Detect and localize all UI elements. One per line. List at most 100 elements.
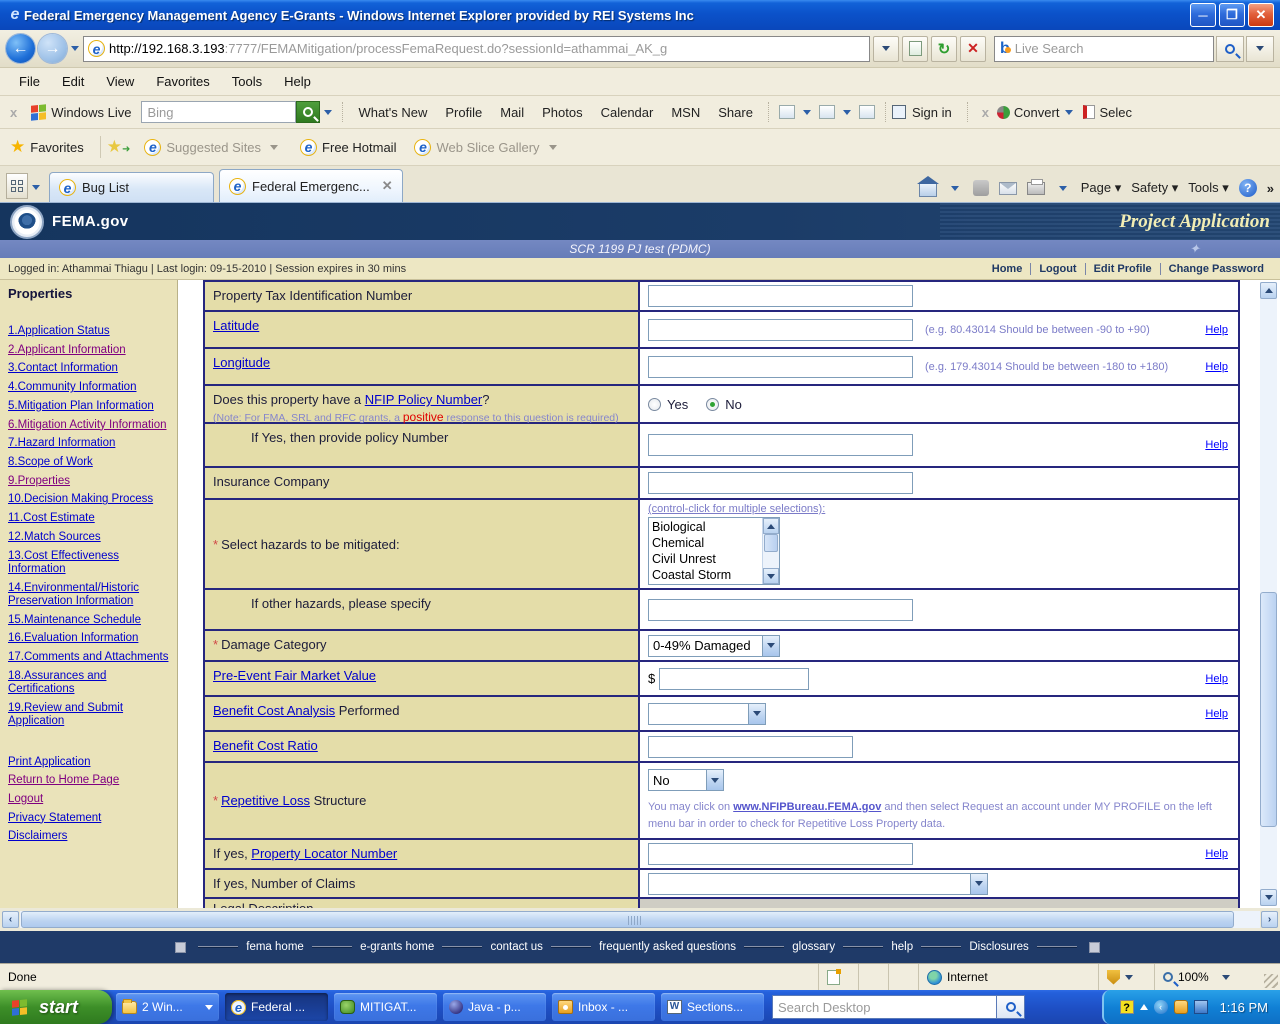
menu-view[interactable]: View bbox=[95, 71, 145, 92]
benefit-cost-analysis-link[interactable]: Benefit Cost Analysis bbox=[213, 703, 335, 718]
convert-dropdown-icon[interactable] bbox=[1065, 110, 1073, 115]
claims-select[interactable] bbox=[648, 873, 988, 895]
addon-close-icon[interactable]: x bbox=[982, 105, 989, 120]
sidebar-item-12-match-sources[interactable]: 12.Match Sources bbox=[8, 531, 169, 544]
nfip-no-radio[interactable] bbox=[706, 398, 719, 411]
horizontal-scroll-thumb[interactable] bbox=[21, 911, 1234, 928]
menu-file[interactable]: File bbox=[8, 71, 51, 92]
live-menu-share[interactable]: Share bbox=[709, 105, 762, 120]
resize-grip[interactable] bbox=[1264, 974, 1278, 988]
live-search-input[interactable]: b Live Search bbox=[994, 36, 1214, 62]
search-options-button[interactable] bbox=[1246, 36, 1274, 62]
hazard-option-chemical[interactable]: Chemical bbox=[652, 535, 759, 551]
pre-event-fmv-link[interactable]: Pre-Event Fair Market Value bbox=[213, 668, 376, 683]
add-favorite-icon[interactable]: ★➜ bbox=[107, 137, 131, 157]
mail-icon[interactable] bbox=[999, 182, 1017, 195]
scroll-right-button[interactable]: › bbox=[1261, 911, 1278, 928]
live-menu-msn[interactable]: MSN bbox=[662, 105, 709, 120]
select-button[interactable]: Selec bbox=[1099, 105, 1132, 120]
sidebar-item-10-decision-making-process[interactable]: 10.Decision Making Process bbox=[8, 493, 169, 506]
stop-button[interactable]: ✕ bbox=[960, 36, 986, 62]
damage-category-select[interactable]: 0-49% Damaged bbox=[648, 635, 780, 657]
sidebar-item-11-cost-estimate[interactable]: 11.Cost Estimate bbox=[8, 512, 169, 525]
nfip-bureau-link[interactable]: www.NFIPBureau.FEMA.gov bbox=[733, 801, 881, 813]
footer-link-glossary[interactable]: glossary bbox=[786, 941, 841, 953]
hazard-option-coastal-storm[interactable]: Coastal Storm bbox=[652, 567, 759, 583]
url-dropdown-button[interactable] bbox=[873, 36, 899, 62]
fmv-help-link[interactable]: Help bbox=[1205, 673, 1228, 685]
taskbar-button-sections-[interactable]: WSections... bbox=[661, 993, 764, 1021]
favorites-star-icon[interactable]: ★ bbox=[10, 137, 25, 157]
home-dropdown-icon[interactable] bbox=[951, 186, 959, 191]
footer-link-contact-us[interactable]: contact us bbox=[484, 941, 548, 953]
bca-help-link[interactable]: Help bbox=[1205, 708, 1228, 720]
sidebar-item-3-contact-information[interactable]: 3.Contact Information bbox=[8, 362, 169, 375]
rss-feed-icon[interactable] bbox=[973, 180, 989, 196]
fmv-input[interactable] bbox=[659, 668, 809, 690]
footer-link-disclosures[interactable]: Disclosures bbox=[963, 941, 1034, 953]
show-hidden-icons-icon[interactable] bbox=[1140, 1004, 1148, 1010]
live-menu-calendar[interactable]: Calendar bbox=[592, 105, 663, 120]
sidebar-item-9-properties[interactable]: 9.Properties bbox=[8, 475, 169, 488]
bca-performed-select[interactable] bbox=[648, 703, 766, 725]
sidebar-item-4-community-information[interactable]: 4.Community Information bbox=[8, 381, 169, 394]
hazard-option-biological[interactable]: Biological bbox=[652, 519, 759, 535]
toolbar-close-icon[interactable]: x bbox=[10, 105, 17, 120]
property-locator-link[interactable]: Property Locator Number bbox=[251, 846, 397, 861]
help-icon[interactable]: ? bbox=[1239, 179, 1257, 197]
longitude-link[interactable]: Longitude bbox=[213, 355, 270, 370]
sidebar-link-return-to-home-page[interactable]: Return to Home Page bbox=[8, 774, 169, 787]
nfip-policy-number-link[interactable]: NFIP Policy Number bbox=[365, 392, 483, 407]
repetitive-loss-select[interactable]: No bbox=[648, 769, 724, 791]
header-link-logout[interactable]: Logout bbox=[1030, 263, 1084, 275]
dropdown-arrow-icon[interactable] bbox=[970, 874, 987, 894]
footer-link-help[interactable]: help bbox=[885, 941, 919, 953]
scroll-down-button[interactable] bbox=[1260, 889, 1277, 906]
sidebar-item-16-evaluation-information[interactable]: 16.Evaluation Information bbox=[8, 632, 169, 645]
vertical-scroll-thumb[interactable] bbox=[1260, 592, 1277, 827]
free-hotmail-button[interactable]: e Free Hotmail bbox=[291, 139, 405, 156]
convert-button[interactable]: Convert bbox=[1014, 105, 1062, 120]
other-hazards-input[interactable] bbox=[648, 599, 913, 621]
tab-bug-list[interactable]: e Bug List bbox=[49, 172, 214, 202]
sidebar-item-19-review-and-submit-application[interactable]: 19.Review and Submit Application bbox=[8, 702, 169, 728]
live-menu-photos[interactable]: Photos bbox=[533, 105, 591, 120]
suggested-sites-button[interactable]: e Suggested Sites bbox=[135, 139, 291, 156]
favorites-button[interactable]: Favorites bbox=[30, 140, 83, 155]
sidebar-item-6-mitigation-activity-information[interactable]: 6.Mitigation Activity Information bbox=[8, 419, 169, 432]
taskbar-button-federal-[interactable]: eFederal ... bbox=[225, 993, 328, 1021]
property-locator-input[interactable] bbox=[648, 843, 913, 865]
search-go-button[interactable] bbox=[1216, 36, 1244, 62]
header-link-edit-profile[interactable]: Edit Profile bbox=[1085, 263, 1160, 275]
page-menu-button[interactable]: Page ▾ bbox=[1081, 180, 1122, 196]
footer-link-frequently-asked-questions[interactable]: frequently asked questions bbox=[593, 941, 742, 953]
scroll-up-button[interactable] bbox=[1260, 282, 1277, 299]
translate-tool-icon[interactable] bbox=[859, 105, 875, 119]
live-menu-profile[interactable]: Profile bbox=[436, 105, 491, 120]
benefit-cost-ratio-input[interactable] bbox=[648, 736, 853, 758]
taskbar-button-mitigat-[interactable]: MITIGAT... bbox=[334, 993, 437, 1021]
policy-number-input[interactable] bbox=[648, 434, 913, 456]
tab-close-icon[interactable]: ✕ bbox=[382, 178, 393, 194]
scroll-up-icon[interactable] bbox=[763, 518, 779, 534]
menu-help[interactable]: Help bbox=[273, 71, 322, 92]
tray-app-icon[interactable]: ‹ bbox=[1154, 1000, 1168, 1014]
desktop-search-button[interactable] bbox=[997, 995, 1025, 1019]
sidebar-item-2-applicant-information[interactable]: 2.Applicant Information bbox=[8, 344, 169, 357]
zoom-control[interactable]: 100% bbox=[1154, 964, 1264, 990]
search-desktop-input[interactable]: Search Desktop bbox=[772, 995, 997, 1019]
live-menu-mail[interactable]: Mail bbox=[491, 105, 533, 120]
web-slice-gallery-button[interactable]: e Web Slice Gallery bbox=[405, 139, 569, 156]
scroll-thumb[interactable] bbox=[764, 534, 778, 552]
live-menu-what-s-new[interactable]: What's New bbox=[349, 105, 436, 120]
close-button[interactable]: ✕ bbox=[1248, 3, 1274, 27]
print-icon[interactable] bbox=[1027, 182, 1045, 195]
header-link-home[interactable]: Home bbox=[984, 263, 1031, 275]
menu-tools[interactable]: Tools bbox=[221, 71, 273, 92]
scroll-left-button[interactable]: ‹ bbox=[2, 911, 19, 928]
tab-federal-emergency[interactable]: e Federal Emergenc... ✕ bbox=[219, 169, 403, 202]
dropdown-arrow-icon[interactable] bbox=[762, 636, 779, 656]
footer-link-e-grants-home[interactable]: e-grants home bbox=[354, 941, 440, 953]
dropdown-arrow-icon[interactable] bbox=[748, 704, 765, 724]
sidebar-link-disclaimers[interactable]: Disclaimers bbox=[8, 830, 169, 843]
